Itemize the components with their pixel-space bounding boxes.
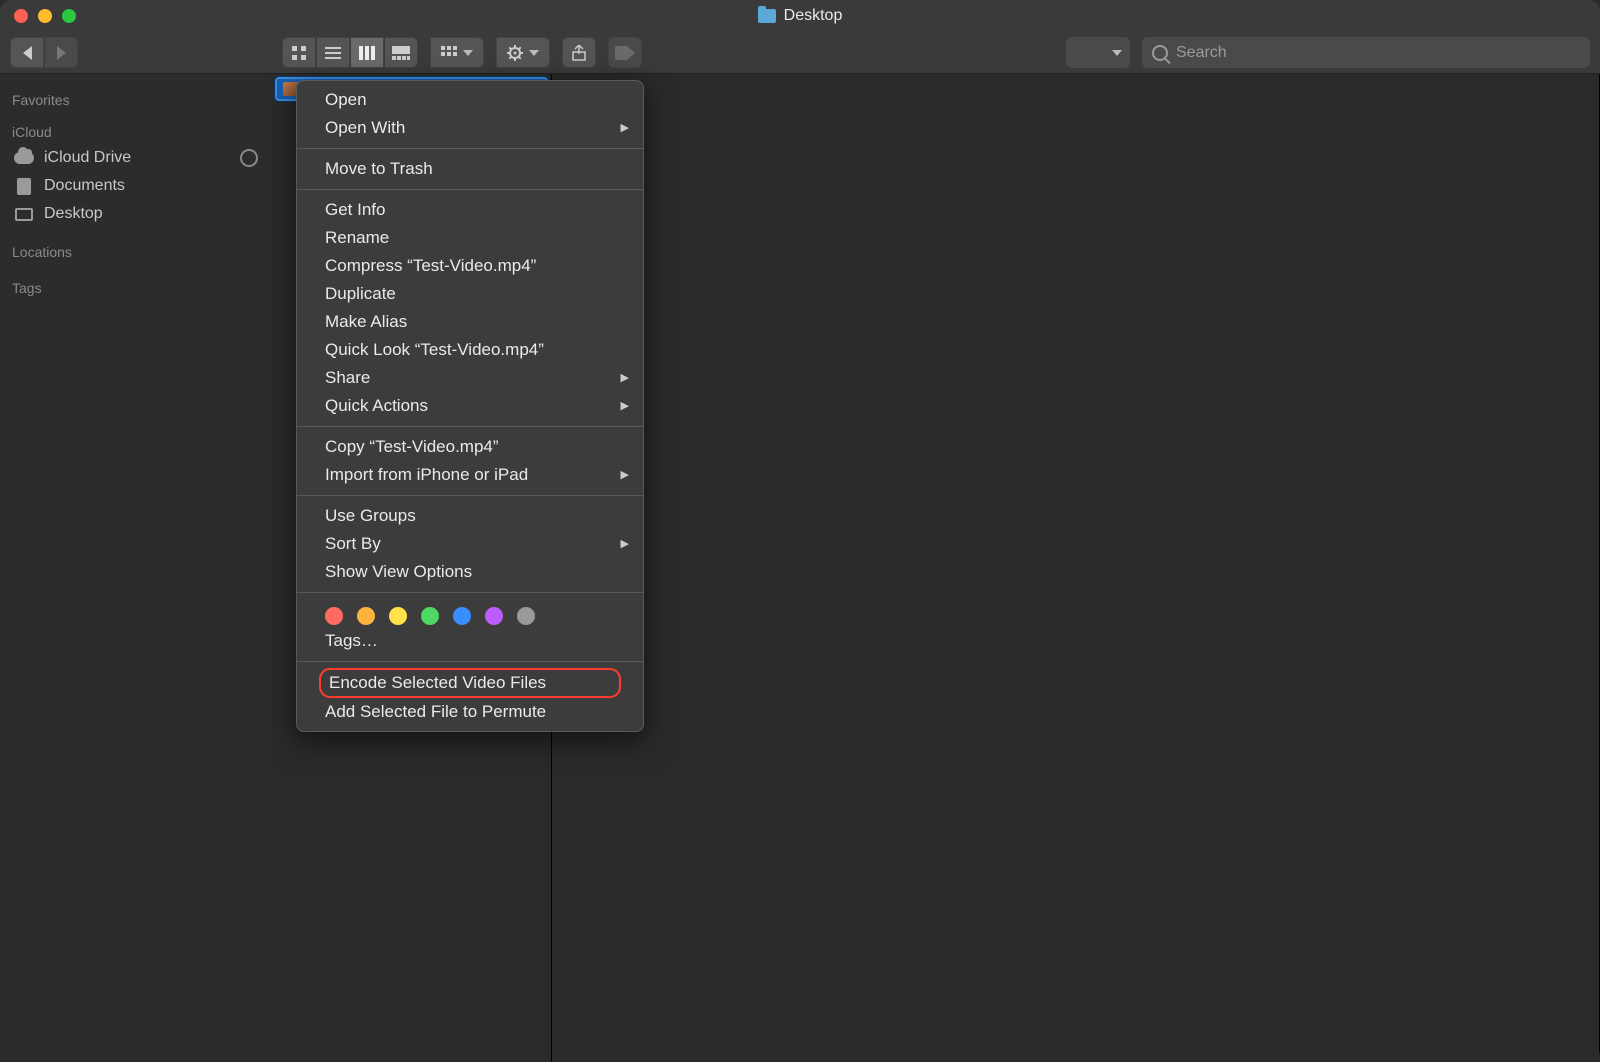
context-menu-item[interactable]: Share [297,364,643,392]
view-switcher [282,37,418,68]
tag-color-dot[interactable] [517,607,535,625]
context-menu-item[interactable]: Sort By [297,530,643,558]
context-menu-item[interactable]: Quick Actions [297,392,643,420]
tag-color-dot[interactable] [421,607,439,625]
search-icon [1152,45,1168,61]
context-menu-item[interactable]: Rename [297,224,643,252]
chevron-down-icon [463,50,473,56]
back-button[interactable] [10,37,44,68]
tags-button[interactable] [608,37,642,68]
titlebar: Desktop [0,0,1600,32]
group-by-button-group [430,37,484,68]
context-menu: OpenOpen With Move to Trash Get InfoRename… [296,80,644,732]
column-2[interactable] [552,74,1600,1062]
annotation-highlight: Encode Selected Video Files [319,668,621,698]
tag-icon [615,46,635,60]
context-menu-item[interactable]: Get Info [297,196,643,224]
nav-buttons [10,37,78,68]
group-by-button[interactable] [430,37,484,68]
traffic-lights [0,9,76,23]
tag-color-dot[interactable] [389,607,407,625]
window-title-text: Desktop [784,7,843,25]
toolbar-dropdown[interactable] [1066,37,1130,68]
sidebar-item-label: Desktop [44,205,103,223]
list-view-button[interactable] [316,37,350,68]
sidebar-header-icloud: iCloud [0,118,272,144]
sidebar-header-locations: Locations [0,238,272,264]
context-menu-item[interactable]: Compress “Test-Video.mp4” [297,252,643,280]
share-icon [572,45,586,61]
window-title: Desktop [0,7,1600,25]
menu-separator [297,495,643,496]
search-field[interactable] [1142,37,1590,68]
tag-color-dot[interactable] [357,607,375,625]
tag-color-row [297,599,643,627]
sidebar-item-documents[interactable]: Documents [0,172,272,200]
context-menu-tags-label[interactable]: Tags… [297,627,643,655]
desktop-icon [15,208,33,221]
icon-view-button[interactable] [282,37,316,68]
tag-color-dot[interactable] [325,607,343,625]
sidebar-item-desktop[interactable]: Desktop [0,200,272,228]
sidebar-header-favorites: Favorites [0,86,272,112]
document-icon [17,178,31,195]
context-menu-item[interactable]: Add Selected File to Permute [297,698,643,726]
menu-separator [297,592,643,593]
context-menu-item[interactable]: Show View Options [297,558,643,586]
folder-icon [758,9,776,23]
share-button[interactable] [562,37,596,68]
column-view-button[interactable] [350,37,384,68]
menu-separator [297,189,643,190]
menu-separator [297,426,643,427]
close-button[interactable] [14,9,28,23]
context-menu-item[interactable]: Import from iPhone or iPad [297,461,643,489]
context-menu-item-encode-video[interactable]: Encode Selected Video Files [325,670,615,696]
sidebar: Favorites iCloud iCloud Drive Documents … [0,74,272,1062]
action-menu-button[interactable] [496,37,550,68]
context-menu-item[interactable]: Copy “Test-Video.mp4” [297,433,643,461]
minimize-button[interactable] [38,9,52,23]
tag-color-dot[interactable] [485,607,503,625]
context-menu-item[interactable]: Use Groups [297,502,643,530]
gallery-view-button[interactable] [384,37,418,68]
chevron-down-icon [1112,50,1122,56]
menu-separator [297,148,643,149]
forward-button[interactable] [44,37,78,68]
context-menu-item[interactable]: Open [297,86,643,114]
gear-icon [507,45,523,61]
tag-color-dot[interactable] [453,607,471,625]
search-input[interactable] [1176,44,1580,62]
context-menu-item[interactable]: Make Alias [297,308,643,336]
sidebar-item-label: Documents [44,177,125,195]
window-body: Favorites iCloud iCloud Drive Documents … [0,74,1600,1062]
chevron-down-icon [529,50,539,56]
zoom-button[interactable] [62,9,76,23]
toolbar [0,32,1600,74]
context-menu-item[interactable]: Quick Look “Test-Video.mp4” [297,336,643,364]
finder-window: Desktop [0,0,1600,1062]
context-menu-item[interactable]: Open With [297,114,643,142]
cloud-icon [14,152,34,164]
sidebar-item-icloud-drive[interactable]: iCloud Drive [0,144,272,172]
sidebar-item-label: iCloud Drive [44,149,131,167]
progress-icon [240,149,258,167]
action-button-group [496,37,550,68]
context-menu-item[interactable]: Move to Trash [297,155,643,183]
context-menu-item[interactable]: Duplicate [297,280,643,308]
menu-separator [297,661,643,662]
sidebar-header-tags: Tags [0,274,272,300]
